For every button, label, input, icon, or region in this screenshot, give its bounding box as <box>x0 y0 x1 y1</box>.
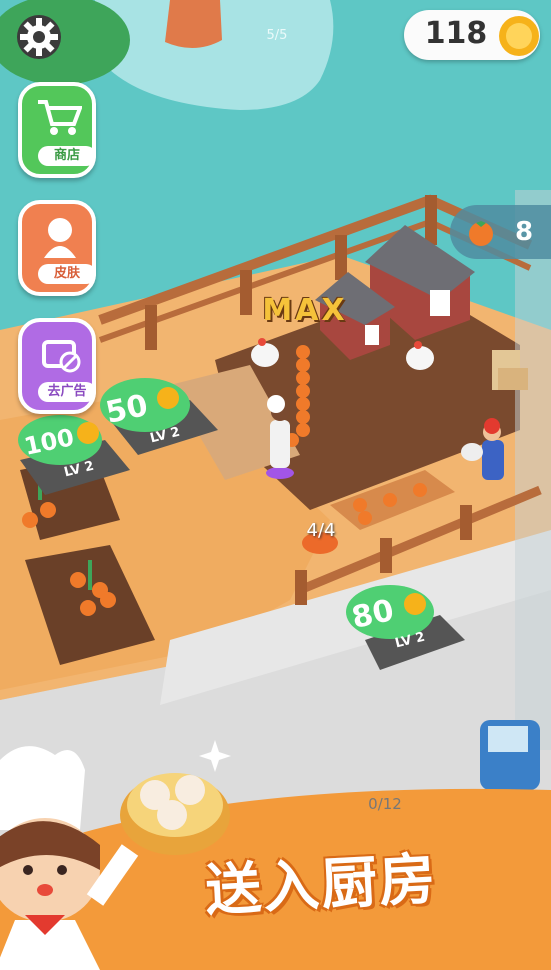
no-ads-icon <box>42 340 81 373</box>
shop-label: 商店 <box>38 146 96 166</box>
tomato-count: 8 <box>515 217 534 247</box>
remove-ads-label: 去广告 <box>38 382 96 402</box>
skin-label: 皮肤 <box>38 264 96 284</box>
remove-ads-button[interactable]: 去广告 <box>18 318 96 414</box>
stage-counter: 5/5 <box>266 28 288 43</box>
basket-counter: 4/4 <box>306 520 336 541</box>
settings-gear-icon[interactable] <box>14 12 64 62</box>
skin-icon <box>44 218 76 258</box>
tree-trunk <box>165 0 222 49</box>
tomato-icon <box>469 221 493 246</box>
banner-title: 送入厨房 <box>203 846 439 925</box>
cart-icon <box>38 100 82 135</box>
max-label: MAX <box>262 293 348 328</box>
delivery-vehicle <box>480 720 540 790</box>
shop-button[interactable]: 商店 <box>18 82 96 178</box>
coin-icon <box>499 16 539 56</box>
coin-count: 118 <box>424 16 488 51</box>
skin-button[interactable]: 皮肤 <box>18 200 96 296</box>
conveyor-counter: 0/12 <box>368 795 402 813</box>
